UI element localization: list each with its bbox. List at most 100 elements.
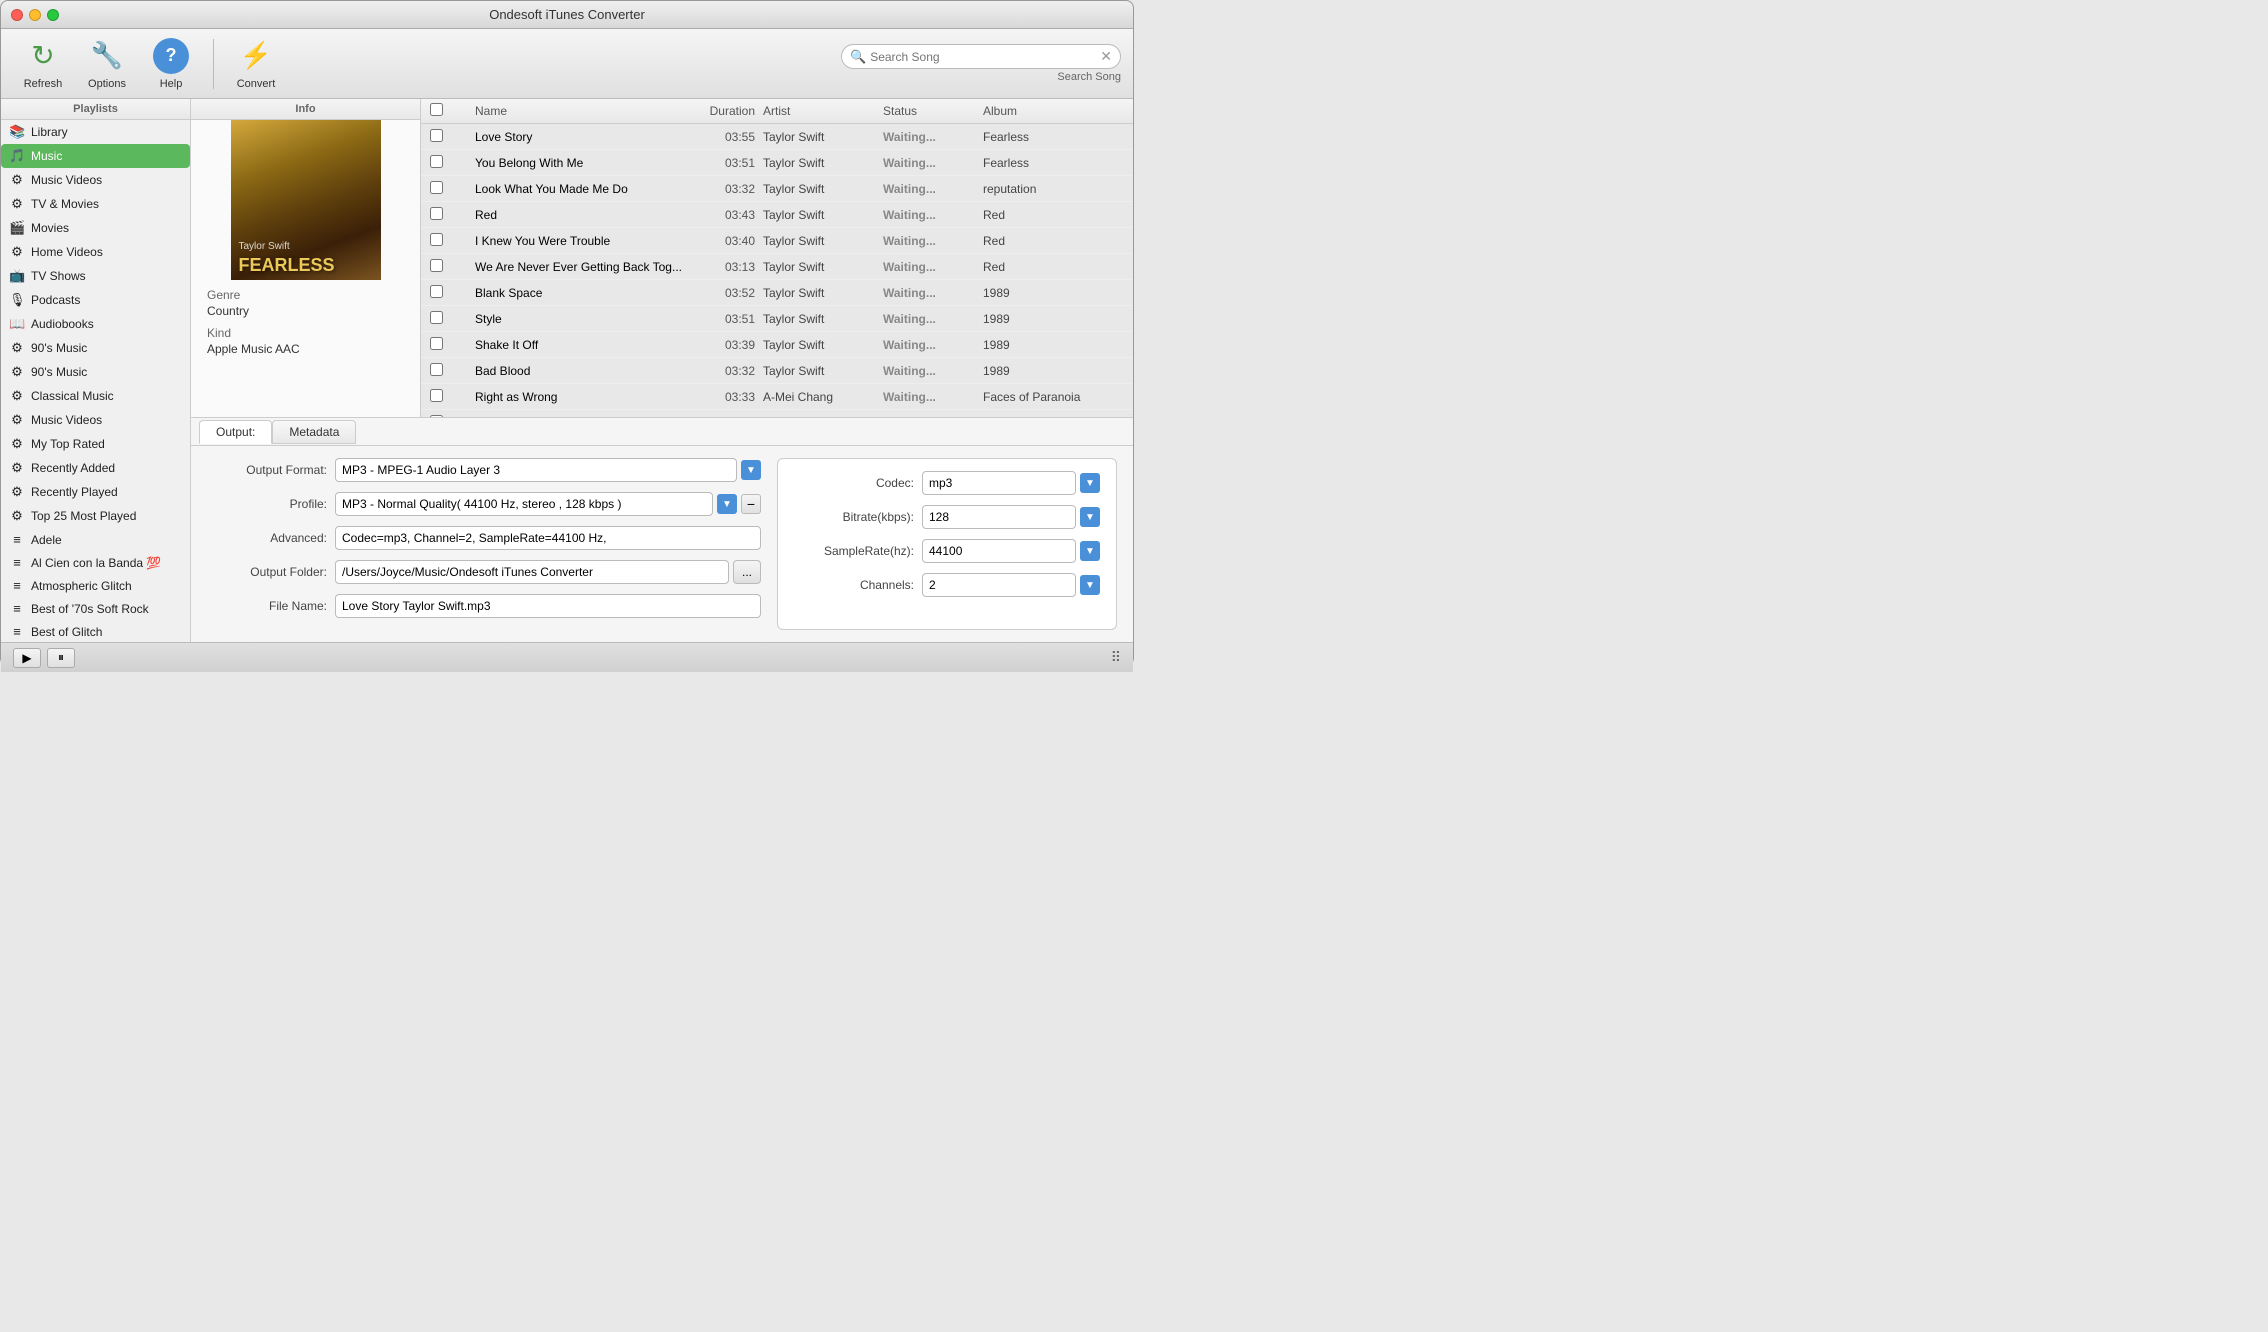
sidebar-item-tv-shows[interactable]: 📺TV Shows [1,264,190,288]
sidebar-label-best-glitch: Best of Glitch [31,625,102,639]
profile-minus-button[interactable]: − [741,494,761,514]
sidebar-item-library[interactable]: 📚Library [1,120,190,144]
song-name-8: Shake It Off [471,338,693,352]
table-row[interactable]: Style 03:51 Taylor Swift Waiting... 1989 [421,306,1133,332]
checkbox-9[interactable] [430,363,443,376]
check-all-header[interactable] [421,103,451,119]
sidebar-item-atmospheric[interactable]: ≡Atmospheric Glitch [1,574,190,597]
sidebar-item-music-videos2[interactable]: ⚙Music Videos [1,408,190,432]
checkbox-10[interactable] [430,389,443,402]
table-row[interactable]: I Knew You Were Trouble 03:40 Taylor Swi… [421,228,1133,254]
checkbox-6[interactable] [430,285,443,298]
codec-select-box[interactable]: mp3 [922,471,1076,495]
row-checkbox-4[interactable] [421,233,451,249]
song-album-10: Faces of Paranoia [983,390,1133,404]
row-checkbox-8[interactable] [421,337,451,353]
sidebar-item-audiobooks[interactable]: 📖Audiobooks [1,312,190,336]
window-controls[interactable] [11,9,59,21]
search-input[interactable] [870,50,1096,64]
help-button[interactable]: ? Help [141,34,201,94]
sidebar-item-movies[interactable]: 🎬Movies [1,216,190,240]
advanced-input[interactable] [335,526,761,550]
table-row[interactable]: Red 03:43 Taylor Swift Waiting... Red [421,202,1133,228]
row-checkbox-6[interactable] [421,285,451,301]
sidebar-item-podcasts[interactable]: 🎙Podcasts [1,288,190,312]
checkbox-5[interactable] [430,259,443,272]
table-row[interactable]: You Belong With Me 03:51 Taylor Swift Wa… [421,150,1133,176]
samplerate-arrow[interactable]: ▼ [1080,541,1100,561]
bitrate-select-box[interactable]: 128 [922,505,1076,529]
browse-folder-button[interactable]: ... [733,560,761,584]
checkbox-8[interactable] [430,337,443,350]
output-folder-input[interactable] [335,560,729,584]
sidebar-item-recently-added[interactable]: ⚙Recently Added [1,456,190,480]
table-row[interactable]: Love Story 03:55 Taylor Swift Waiting...… [421,124,1133,150]
sidebar-item-adele[interactable]: ≡Adele [1,528,190,551]
table-row[interactable]: Bad Blood 03:32 Taylor Swift Waiting... … [421,358,1133,384]
samplerate-select-box[interactable]: 44100 [922,539,1076,563]
play-button[interactable]: ▶ [13,648,41,668]
bitrate-arrow[interactable]: ▼ [1080,507,1100,527]
table-row[interactable]: Do You Still Want to Love Me 06:15 A-Mei… [421,410,1133,417]
sidebar-item-home-videos[interactable]: ⚙Home Videos [1,240,190,264]
tab-output[interactable]: Output: [199,420,272,444]
clear-search-icon[interactable]: ✕ [1100,48,1112,65]
codec-arrow[interactable]: ▼ [1080,473,1100,493]
songs-scroll[interactable]: Love Story 03:55 Taylor Swift Waiting...… [421,124,1133,417]
row-checkbox-10[interactable] [421,389,451,405]
sidebar-item-tv-movies[interactable]: ⚙TV & Movies [1,192,190,216]
sidebar-item-top25[interactable]: ⚙Top 25 Most Played [1,504,190,528]
row-checkbox-5[interactable] [421,259,451,275]
close-button[interactable] [11,9,23,21]
checkbox-4[interactable] [430,233,443,246]
sidebar-item-classical[interactable]: ⚙Classical Music [1,384,190,408]
checkbox-3[interactable] [430,207,443,220]
sidebar-item-recently-played[interactable]: ⚙Recently Played [1,480,190,504]
sidebar-item-90s-music2[interactable]: ⚙90's Music [1,360,190,384]
options-button[interactable]: 🔧 Options [77,34,137,94]
output-format-arrow[interactable]: ▼ [741,460,761,480]
convert-button[interactable]: ⚡ Convert [226,34,286,94]
table-row[interactable]: Look What You Made Me Do 03:32 Taylor Sw… [421,176,1133,202]
resize-handle[interactable]: ⠿ [1111,649,1121,666]
row-checkbox-2[interactable] [421,181,451,197]
sidebar-item-best-70s[interactable]: ≡Best of '70s Soft Rock [1,597,190,620]
checkbox-1[interactable] [430,155,443,168]
profile-select[interactable]: MP3 - Normal Quality( 44100 Hz, stereo ,… [335,492,713,516]
profile-arrow[interactable]: ▼ [717,494,737,514]
output-format-select[interactable]: MP3 - MPEG-1 Audio Layer 3 [335,458,737,482]
maximize-button[interactable] [47,9,59,21]
sidebar-label-atmospheric: Atmospheric Glitch [31,579,132,593]
song-album-9: 1989 [983,364,1133,378]
song-album-1: Fearless [983,156,1133,170]
table-row[interactable]: Right as Wrong 03:33 A-Mei Chang Waiting… [421,384,1133,410]
search-box[interactable]: 🔍 ✕ [841,44,1121,69]
pause-button[interactable]: ⏸ [47,648,75,668]
minimize-button[interactable] [29,9,41,21]
sidebar-item-90s-music[interactable]: ⚙90's Music [1,336,190,360]
sidebar-item-music[interactable]: 🎵Music [1,144,190,168]
file-name-input[interactable] [335,594,761,618]
checkbox-2[interactable] [430,181,443,194]
sidebar-item-best-glitch[interactable]: ≡Best of Glitch [1,620,190,642]
row-checkbox-9[interactable] [421,363,451,379]
channels-arrow[interactable]: ▼ [1080,575,1100,595]
tab-metadata[interactable]: Metadata [272,420,356,444]
check-all-checkbox[interactable] [430,103,443,116]
row-checkbox-3[interactable] [421,207,451,223]
table-row[interactable]: Shake It Off 03:39 Taylor Swift Waiting.… [421,332,1133,358]
checkbox-7[interactable] [430,311,443,324]
table-row[interactable]: Blank Space 03:52 Taylor Swift Waiting..… [421,280,1133,306]
song-duration-2: 03:32 [693,182,763,196]
row-checkbox-1[interactable] [421,155,451,171]
checkbox-0[interactable] [430,129,443,142]
sidebar-item-al-cien[interactable]: ≡Al Cien con la Banda 💯 [1,551,190,574]
sidebar-label-tv-movies: TV & Movies [31,197,99,211]
row-checkbox-7[interactable] [421,311,451,327]
refresh-button[interactable]: ↻ Refresh [13,34,73,94]
sidebar-item-music-videos[interactable]: ⚙Music Videos [1,168,190,192]
sidebar-item-top-rated[interactable]: ⚙My Top Rated [1,432,190,456]
table-row[interactable]: We Are Never Ever Getting Back Tog... 03… [421,254,1133,280]
row-checkbox-0[interactable] [421,129,451,145]
channels-select-box[interactable]: 2 [922,573,1076,597]
